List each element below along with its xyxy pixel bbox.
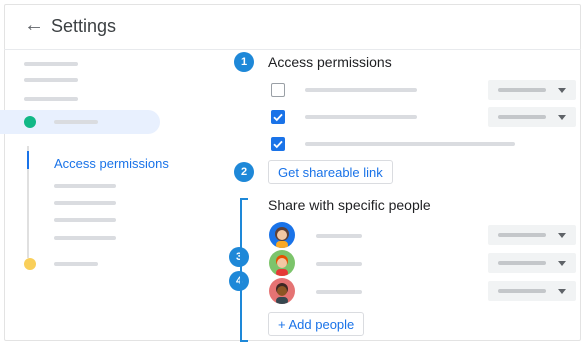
sidebar: Access permissions	[0, 50, 204, 341]
header-bar: ← Settings	[4, 4, 581, 50]
permission-checkbox-checked[interactable]	[271, 110, 285, 124]
person-name-placeholder	[316, 262, 362, 266]
avatar-face-icon	[276, 283, 288, 304]
section-bracket	[240, 198, 248, 342]
caret-down-icon	[558, 233, 566, 238]
person-avatar-icon	[269, 250, 295, 276]
dropdown-value-placeholder	[498, 88, 546, 92]
sidebar-subitem-placeholder[interactable]	[54, 201, 116, 205]
section-title-access-permissions: Access permissions	[268, 54, 392, 70]
permission-label-placeholder	[305, 115, 417, 119]
caret-down-icon	[558, 261, 566, 266]
dropdown-value-placeholder	[498, 289, 546, 293]
person-avatar-icon	[269, 222, 295, 248]
get-shareable-link-button[interactable]: Get shareable link	[268, 160, 393, 184]
sidebar-item-label-placeholder[interactable]	[54, 262, 98, 266]
check-icon	[273, 113, 283, 122]
person-role-dropdown[interactable]	[488, 281, 576, 301]
avatar-face-icon	[275, 227, 289, 248]
sidebar-item-access-permissions[interactable]: Access permissions	[54, 156, 169, 171]
person-role-dropdown[interactable]	[488, 253, 576, 273]
sidebar-subitem-placeholder[interactable]	[54, 236, 116, 240]
permission-label-placeholder	[305, 142, 515, 146]
tree-active-indicator	[27, 151, 29, 169]
sidebar-item-label-placeholder	[54, 120, 98, 124]
check-icon	[273, 140, 283, 149]
permission-role-dropdown[interactable]	[488, 107, 576, 127]
person-name-placeholder	[316, 290, 362, 294]
status-dot-icon	[24, 116, 36, 128]
step-badge: 1	[234, 52, 254, 72]
permission-checkbox-checked[interactable]	[271, 137, 285, 151]
caret-down-icon	[558, 88, 566, 93]
person-name-placeholder	[316, 234, 362, 238]
person-role-dropdown[interactable]	[488, 225, 576, 245]
caret-down-icon	[558, 289, 566, 294]
dropdown-value-placeholder	[498, 115, 546, 119]
sidebar-placeholder[interactable]	[24, 78, 78, 82]
sidebar-subitem-placeholder[interactable]	[54, 218, 116, 222]
arrow-left-icon[interactable]: ←	[24, 15, 44, 35]
avatar-face-icon	[276, 255, 288, 276]
sidebar-subitem-placeholder[interactable]	[54, 184, 116, 188]
section-title-share-people: Share with specific people	[268, 197, 431, 213]
sidebar-placeholder[interactable]	[24, 97, 78, 101]
permission-role-dropdown[interactable]	[488, 80, 576, 100]
status-dot-icon	[24, 258, 36, 270]
caret-down-icon	[558, 115, 566, 120]
page-title: Settings	[51, 16, 117, 36]
permission-label-placeholder	[305, 88, 417, 92]
person-avatar-icon	[269, 278, 295, 304]
permission-checkbox[interactable]	[271, 83, 285, 97]
sidebar-placeholder[interactable]	[24, 62, 78, 66]
dropdown-value-placeholder	[498, 261, 546, 265]
dropdown-value-placeholder	[498, 233, 546, 237]
add-people-button[interactable]: + Add people	[268, 312, 365, 336]
step-badge: 2	[234, 162, 254, 182]
